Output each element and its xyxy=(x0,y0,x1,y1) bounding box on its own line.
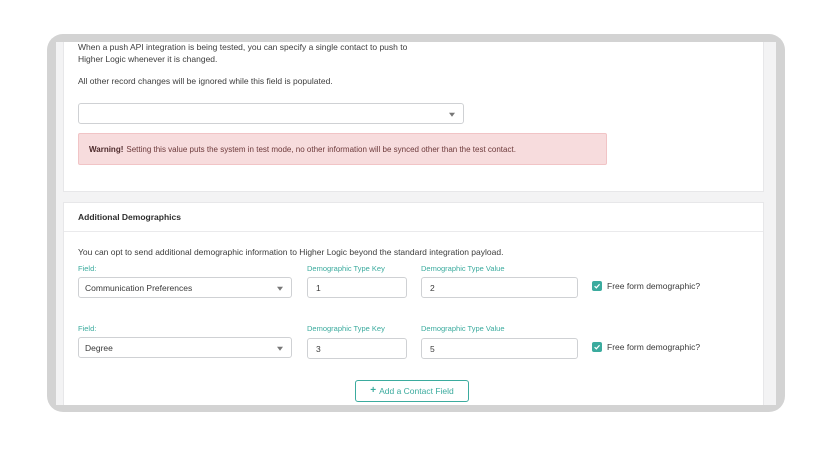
demographics-intro: You can opt to send additional demograph… xyxy=(78,247,504,257)
demographic-key-label: Demographic Type Key xyxy=(307,324,385,333)
test-contact-description-line1: When a push API integration is being tes… xyxy=(78,42,408,52)
demographic-key-input[interactable]: 3 xyxy=(307,338,407,359)
chevron-down-icon xyxy=(449,112,455,117)
free-form-label: Free form demographic? xyxy=(607,281,701,291)
demographic-key-label: Demographic Type Key xyxy=(307,264,385,273)
demographics-card: Additional Demographics You can opt to s… xyxy=(63,202,764,405)
add-contact-field-button[interactable]: + Add a Contact Field xyxy=(355,380,469,402)
free-form-checkbox[interactable] xyxy=(592,342,602,352)
demographic-value-input[interactable]: 5 xyxy=(421,338,578,359)
field-select-value: Communication Preferences xyxy=(85,282,193,293)
field-select[interactable]: Communication Preferences xyxy=(78,277,292,298)
demographic-key-input[interactable]: 1 xyxy=(307,277,407,298)
field-select-value: Degree xyxy=(85,342,113,353)
ignore-note: All other record changes will be ignored… xyxy=(78,76,333,86)
demographic-value-label: Demographic Type Value xyxy=(421,324,505,333)
checkmark-icon xyxy=(594,344,601,350)
warning-text: Setting this value puts the system in te… xyxy=(126,144,516,154)
test-contact-select[interactable] xyxy=(78,103,464,124)
demographic-value-label: Demographic Type Value xyxy=(421,264,505,273)
content-viewport: When a push API integration is being tes… xyxy=(56,42,776,405)
test-mode-warning: Warning! Setting this value puts the sys… xyxy=(78,133,607,165)
demographics-title: Additional Demographics xyxy=(64,203,763,232)
demographic-value-input[interactable]: 2 xyxy=(421,277,578,298)
field-select[interactable]: Degree xyxy=(78,337,292,358)
free-form-checkbox[interactable] xyxy=(592,281,602,291)
test-contact-card: When a push API integration is being tes… xyxy=(63,42,764,192)
field-label: Field: xyxy=(78,264,97,273)
chevron-down-icon xyxy=(277,286,283,291)
field-label: Field: xyxy=(78,324,97,333)
plus-icon: + xyxy=(370,385,377,396)
free-form-label: Free form demographic? xyxy=(607,342,701,352)
test-contact-description-line2: Higher Logic whenever it is changed. xyxy=(78,54,218,64)
checkmark-icon xyxy=(594,283,601,289)
chevron-down-icon xyxy=(277,346,283,351)
warning-label: Warning! xyxy=(89,144,124,154)
add-contact-field-label: Add a Contact Field xyxy=(379,386,454,396)
